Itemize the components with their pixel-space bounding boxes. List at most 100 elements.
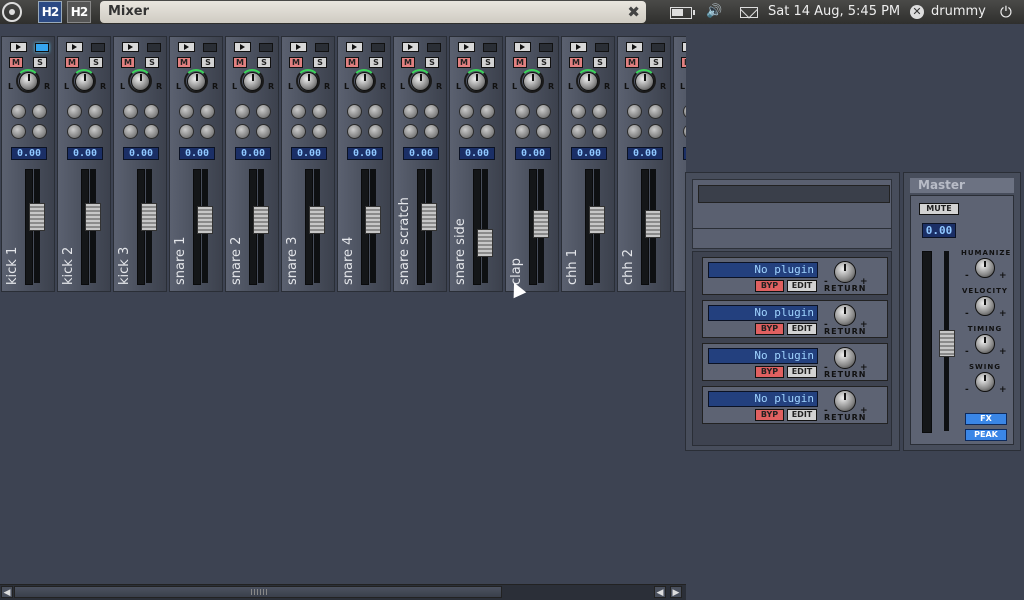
mute-button[interactable]: M (457, 57, 471, 68)
edit-button[interactable]: EDIT (787, 409, 817, 421)
fx-send-knob[interactable] (179, 104, 194, 119)
window-title-bar[interactable]: Mixer ✖ (100, 1, 646, 23)
play-sample-button[interactable] (290, 42, 307, 52)
fx-send-knob[interactable] (592, 104, 607, 119)
fx-send-knob[interactable] (347, 124, 362, 139)
fx-send-knob[interactable] (627, 104, 642, 119)
fx-send-knob[interactable] (480, 124, 495, 139)
mute-button[interactable]: M (345, 57, 359, 68)
instrument-name[interactable]: snare side (454, 167, 470, 285)
timing-knob[interactable] (975, 334, 995, 354)
fx-send-knob[interactable] (144, 104, 159, 119)
master-fader[interactable] (939, 330, 955, 357)
plugin-name-display[interactable]: No plugin (708, 348, 818, 364)
instrument-name[interactable]: snare 3 (286, 167, 302, 285)
play-sample-button[interactable] (514, 42, 531, 52)
play-sample-button[interactable] (10, 42, 27, 52)
solo-button[interactable]: S (369, 57, 383, 68)
fx-send-knob[interactable] (403, 104, 418, 119)
fx-send-knob[interactable] (571, 104, 586, 119)
fx-send-knob[interactable] (312, 124, 327, 139)
fx-send-knob[interactable] (67, 104, 82, 119)
hydrogen-app-icon[interactable]: H2 (67, 1, 91, 23)
fx-send-knob[interactable] (683, 124, 686, 139)
pan-knob[interactable] (467, 72, 486, 91)
peak-toggle-button[interactable]: PEAK (965, 429, 1007, 441)
fx-send-knob[interactable] (32, 104, 47, 119)
bypass-button[interactable]: BYP (755, 323, 784, 335)
volume-fader[interactable] (589, 205, 605, 234)
fx-send-knob[interactable] (256, 104, 271, 119)
fx-send-knob[interactable] (648, 124, 663, 139)
fx-send-knob[interactable] (347, 104, 362, 119)
fx-send-knob[interactable] (459, 104, 474, 119)
fx-send-knob[interactable] (123, 104, 138, 119)
instrument-name[interactable]: snare scratch (398, 167, 414, 285)
fx-send-knob[interactable] (627, 124, 642, 139)
fx-send-knob[interactable] (11, 104, 26, 119)
fx-send-knob[interactable] (88, 124, 103, 139)
play-sample-button[interactable] (682, 42, 686, 52)
instrument-name[interactable]: snare 1 (174, 167, 190, 285)
volume-fader[interactable] (197, 205, 213, 234)
volume-fader[interactable] (309, 205, 325, 234)
play-sample-button[interactable] (122, 42, 139, 52)
fx-send-knob[interactable] (291, 104, 306, 119)
pan-knob[interactable] (19, 72, 38, 91)
instrument-name[interactable]: clap (510, 167, 526, 285)
volume-fader[interactable] (141, 203, 157, 232)
fx-send-knob[interactable] (424, 104, 439, 119)
play-sample-button[interactable] (570, 42, 587, 52)
velocity-knob[interactable] (975, 296, 995, 316)
plugin-name-display[interactable]: No plugin (708, 262, 818, 278)
volume-fader[interactable] (29, 203, 45, 232)
solo-button[interactable]: S (201, 57, 215, 68)
fx-send-knob[interactable] (592, 124, 607, 139)
mute-button[interactable]: M (681, 57, 686, 68)
fx-send-knob[interactable] (256, 124, 271, 139)
pan-knob[interactable] (411, 72, 430, 91)
fx-send-knob[interactable] (403, 124, 418, 139)
pan-knob[interactable] (75, 72, 94, 91)
pan-knob[interactable] (635, 72, 654, 91)
mute-button[interactable]: M (513, 57, 527, 68)
mute-button[interactable]: M (289, 57, 303, 68)
fx-send-knob[interactable] (88, 104, 103, 119)
solo-button[interactable]: S (649, 57, 663, 68)
power-icon[interactable]: ⏻ (1000, 0, 1012, 24)
pan-knob[interactable] (523, 72, 542, 91)
instrument-name[interactable]: kick 1 (6, 167, 22, 285)
return-knob[interactable] (834, 261, 856, 283)
bypass-button[interactable]: BYP (755, 366, 784, 378)
volume-fader[interactable] (645, 210, 661, 239)
pan-knob[interactable] (131, 72, 150, 91)
scroll-prev-arrow-icon[interactable]: ◀ (654, 586, 666, 598)
mute-button[interactable]: M (9, 57, 23, 68)
play-sample-button[interactable] (346, 42, 363, 52)
fx-send-knob[interactable] (515, 124, 530, 139)
scrollbar-thumb[interactable] (14, 586, 502, 598)
volume-fader[interactable] (85, 203, 101, 232)
return-knob[interactable] (834, 347, 856, 369)
battery-icon[interactable] (670, 7, 695, 19)
volume-icon[interactable]: 🔊 (706, 0, 722, 24)
pan-knob[interactable] (355, 72, 374, 91)
fx-send-knob[interactable] (200, 104, 215, 119)
humanize-knob[interactable] (975, 258, 995, 278)
bypass-button[interactable]: BYP (755, 409, 784, 421)
fx-send-knob[interactable] (683, 104, 686, 119)
ubuntu-logo-icon[interactable] (2, 2, 22, 22)
play-sample-button[interactable] (234, 42, 251, 52)
fx-send-knob[interactable] (67, 124, 82, 139)
instrument-name[interactable]: kick 2 (62, 167, 78, 285)
fx-send-knob[interactable] (123, 124, 138, 139)
scroll-left-arrow-icon[interactable]: ◀ (1, 586, 13, 598)
mail-icon[interactable] (740, 7, 758, 18)
pan-knob[interactable] (187, 72, 206, 91)
play-sample-button[interactable] (626, 42, 643, 52)
fx-send-knob[interactable] (459, 124, 474, 139)
solo-button[interactable]: S (537, 57, 551, 68)
instrument-name[interactable]: snare 2 (230, 167, 246, 285)
fx-send-knob[interactable] (179, 124, 194, 139)
master-mute-button[interactable]: MUTE (919, 203, 959, 215)
